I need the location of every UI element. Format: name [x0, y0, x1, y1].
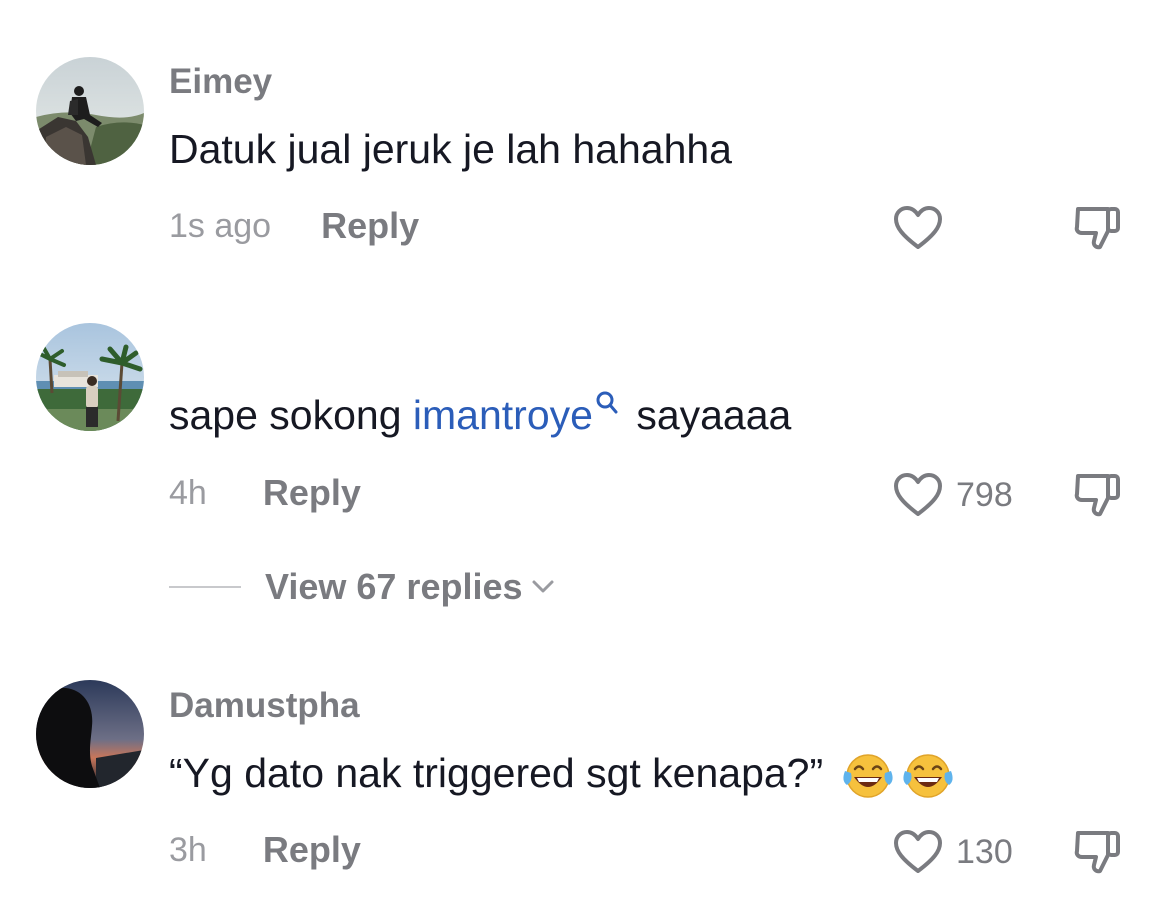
avatar[interactable] — [36, 57, 144, 165]
avatar[interactable] — [36, 680, 144, 788]
avatar-image — [36, 57, 144, 165]
comment-meta: 4h Reply — [169, 472, 361, 516]
magnifier-icon — [596, 391, 618, 414]
avatar-image — [36, 680, 144, 788]
comment-timestamp: 3h — [169, 830, 207, 869]
reply-button[interactable]: Reply — [263, 472, 361, 514]
dislike-button[interactable] — [1072, 203, 1124, 258]
heart-outline-icon — [894, 473, 942, 516]
like-button[interactable]: 130 — [892, 829, 1013, 875]
thumbs-down-outline-icon — [1074, 474, 1120, 517]
face-with-tears-of-joy-icon — [842, 754, 893, 798]
divider — [169, 586, 241, 588]
comment-meta: 3h Reply — [169, 829, 361, 873]
comment-meta: 1s ago Reply — [169, 205, 419, 249]
reply-button[interactable]: Reply — [263, 829, 361, 871]
chevron-down-icon — [532, 580, 554, 593]
like-count: 130 — [956, 832, 1013, 871]
comment-text-part: sayaaaa — [624, 392, 792, 438]
thumbs-down-outline-icon — [1074, 207, 1120, 250]
view-replies-button[interactable]: View 67 replies — [169, 566, 555, 608]
comment-text-part: sape sokong — [169, 392, 413, 438]
dislike-button[interactable] — [1072, 827, 1124, 882]
comment-text: Datuk jual jeruk je lah hahahha — [169, 126, 732, 172]
like-button[interactable]: 798 — [892, 472, 1013, 518]
view-replies-label[interactable]: View 67 replies — [265, 566, 523, 608]
dislike-button[interactable] — [1072, 470, 1124, 525]
thumbs-down-outline-icon — [1074, 831, 1120, 874]
like-count: 798 — [956, 475, 1013, 514]
comment-text: “Yg dato nak triggered sgt kenapa?” — [169, 750, 955, 801]
heart-outline-icon — [894, 830, 942, 873]
comment-text: sape sokong imantroye sayaaaa — [169, 391, 792, 439]
heart-outline-icon — [894, 206, 942, 249]
comment-username[interactable]: Eimey — [169, 62, 272, 102]
like-button[interactable] — [892, 205, 944, 251]
comment-timestamp: 1s ago — [169, 206, 272, 245]
avatar-image — [36, 323, 144, 431]
comment-username[interactable]: Damustpha — [169, 686, 360, 726]
comment-timestamp: 4h — [169, 473, 207, 512]
face-with-tears-of-joy-icon — [902, 754, 953, 798]
mention-link[interactable]: imantroye — [413, 392, 593, 438]
avatar[interactable] — [36, 323, 144, 431]
comment-text-part: “Yg dato nak triggered sgt kenapa?” — [169, 750, 824, 796]
reply-button[interactable]: Reply — [321, 205, 419, 247]
